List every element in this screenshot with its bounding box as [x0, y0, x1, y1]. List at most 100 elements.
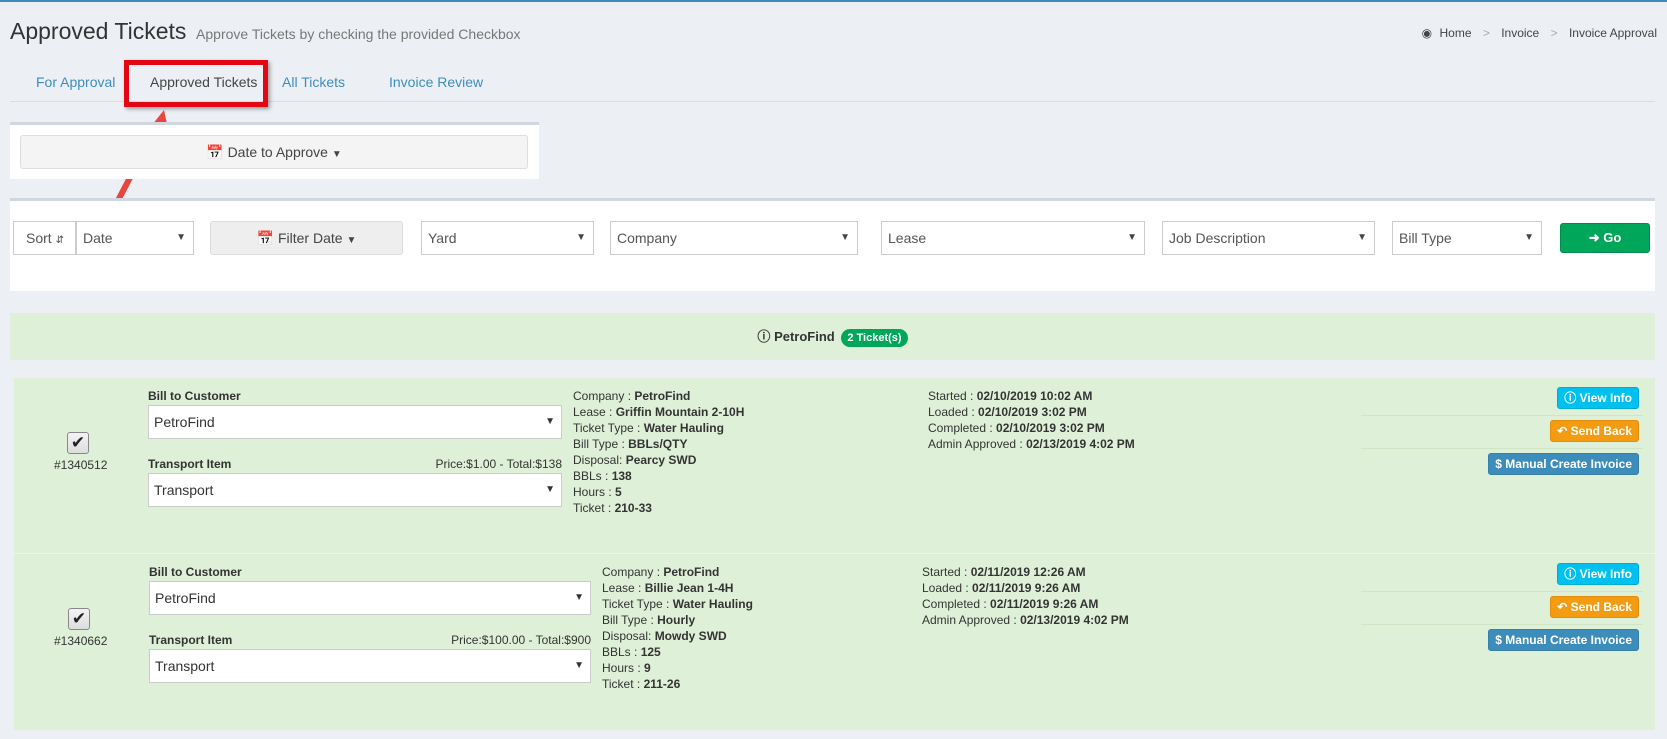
tab-all-tickets[interactable]: All Tickets: [266, 62, 361, 102]
calendar-icon: 📅: [206, 144, 224, 160]
company-value: Company: [617, 230, 677, 246]
transport-item-label: Transport Item: [148, 457, 232, 471]
dashboard-icon: ◉: [1421, 26, 1433, 40]
calendar-icon: 📅: [256, 230, 275, 246]
bill-to-customer-value: PetroFind: [155, 590, 216, 606]
company-select[interactable]: Company ▼: [610, 221, 858, 255]
transport-item-select[interactable]: Transport ▼: [149, 649, 591, 683]
ticket-details: Company : PetroFind Lease : Billie Jean …: [602, 565, 753, 691]
breadcrumb-invoice[interactable]: Invoice: [1501, 26, 1539, 40]
detail-completed: 02/11/2019 9:26 AM: [990, 597, 1099, 611]
job-description-value: Job Description: [1169, 230, 1266, 246]
info-circle-icon: ⓘ: [1564, 567, 1577, 581]
sort-by-select[interactable]: Date ▼: [76, 221, 194, 255]
detail-lease: Griffin Mountain 2-10H: [615, 405, 745, 419]
detail-ticket-type: Water Hauling: [672, 597, 753, 611]
view-info-button[interactable]: ⓘ View Info: [1557, 387, 1639, 409]
approve-checkbox[interactable]: ✔: [67, 432, 89, 454]
ticket-row: ✔ #1340662 Bill to Customer PetroFind ▼ …: [14, 554, 1655, 730]
divider: [1361, 624, 1643, 625]
detail-disposal: Pearcy SWD: [625, 453, 697, 467]
caret-down-icon: ▼: [346, 235, 357, 246]
send-back-button[interactable]: ↶ Send Back: [1550, 420, 1639, 442]
filter-date-button[interactable]: 📅 Filter Date ▼: [210, 221, 403, 255]
detail-bill-type: Hourly: [657, 613, 696, 627]
bill-to-customer-select[interactable]: PetroFind ▼: [148, 405, 562, 439]
ticket-timestamps: Started : 02/11/2019 12:26 AM Loaded : 0…: [922, 565, 1129, 627]
divider: [1361, 591, 1643, 592]
page-header: Approved Tickets Approve Tickets by chec…: [10, 18, 1657, 48]
send-back-button[interactable]: ↶ Send Back: [1550, 596, 1639, 618]
tab-highlight-box: [124, 60, 268, 107]
reply-icon: ↶: [1557, 600, 1568, 614]
manual-create-invoice-label: Manual Create Invoice: [1505, 633, 1632, 647]
view-info-label: View Info: [1579, 391, 1632, 405]
chevron-down-icon: ▼: [176, 232, 186, 243]
transport-item-label: Transport Item: [149, 633, 233, 647]
breadcrumb-invoice-approval: Invoice Approval: [1568, 26, 1657, 40]
view-info-button[interactable]: ⓘ View Info: [1557, 563, 1639, 585]
sort-by-value: Date: [83, 230, 113, 246]
detail-loaded: 02/10/2019 3:02 PM: [978, 405, 1087, 419]
date-to-approve-button[interactable]: 📅 Date to Approve ▼: [20, 135, 528, 169]
tab-invoice-review[interactable]: Invoice Review: [373, 62, 499, 102]
detail-started: 02/10/2019 10:02 AM: [976, 389, 1093, 403]
caret-down-icon: ▼: [331, 149, 342, 160]
send-back-label: Send Back: [1570, 424, 1632, 438]
chevron-down-icon: ▼: [576, 232, 586, 243]
go-button[interactable]: ➜ Go: [1560, 223, 1650, 253]
transport-item-value: Transport: [155, 658, 215, 674]
bill-to-customer-value: PetroFind: [154, 414, 215, 430]
lease-select[interactable]: Lease ▼: [881, 221, 1145, 255]
group-company-name: PetroFind: [774, 329, 835, 344]
transport-item-select[interactable]: Transport ▼: [148, 473, 562, 507]
breadcrumb-home[interactable]: Home: [1439, 26, 1471, 40]
yard-select[interactable]: Yard ▼: [421, 221, 594, 255]
job-description-select[interactable]: Job Description ▼: [1162, 221, 1375, 255]
detail-company: PetroFind: [663, 565, 720, 579]
chevron-down-icon: ▼: [574, 592, 584, 603]
chevron-down-icon: ▼: [840, 232, 850, 243]
sort-button[interactable]: Sort ⇵: [13, 221, 76, 255]
divider: [1361, 448, 1643, 449]
detail-ticket: 210-33: [614, 501, 652, 515]
page-title: Approved Tickets: [10, 18, 187, 44]
filter-panel: Sort ⇵ Date ▼ 📅 Filter Date ▼ Yard ▼ Com…: [10, 198, 1655, 291]
detail-company: PetroFind: [634, 389, 691, 403]
yard-value: Yard: [428, 230, 457, 246]
detail-hours: 9: [644, 661, 651, 675]
sort-label: Sort: [26, 230, 52, 246]
detail-disposal: Mowdy SWD: [654, 629, 727, 643]
manual-create-invoice-button[interactable]: $ Manual Create Invoice: [1488, 453, 1639, 475]
chevron-down-icon: ▼: [545, 484, 555, 495]
detail-loaded: 02/11/2019 9:26 AM: [972, 581, 1081, 595]
dollar-icon: $: [1495, 457, 1502, 471]
info-circle-icon: ⓘ: [1564, 391, 1577, 405]
bill-to-customer-label: Bill to Customer: [149, 565, 242, 579]
bill-type-select[interactable]: Bill Type ▼: [1392, 221, 1542, 255]
chevron-down-icon: ▼: [1127, 232, 1137, 243]
detail-bbls: 125: [640, 645, 661, 659]
go-label: Go: [1603, 230, 1622, 245]
detail-completed: 02/10/2019 3:02 PM: [996, 421, 1105, 435]
detail-admin-approved: 02/13/2019 4:02 PM: [1020, 613, 1129, 627]
approve-checkbox[interactable]: ✔: [68, 608, 90, 630]
detail-ticket-type: Water Hauling: [643, 421, 724, 435]
ticket-count-badge: 2 Ticket(s): [841, 328, 908, 347]
ticket-timestamps: Started : 02/10/2019 10:02 AM Loaded : 0…: [928, 389, 1135, 451]
detail-started: 02/11/2019 12:26 AM: [970, 565, 1086, 579]
bill-to-customer-select[interactable]: PetroFind ▼: [149, 581, 591, 615]
manual-create-invoice-label: Manual Create Invoice: [1505, 457, 1632, 471]
reply-icon: ↶: [1557, 424, 1568, 438]
detail-bbls: 138: [611, 469, 632, 483]
detail-admin-approved: 02/13/2019 4:02 PM: [1026, 437, 1135, 451]
detail-hours: 5: [615, 485, 622, 499]
divider: [1361, 415, 1643, 416]
send-back-label: Send Back: [1570, 600, 1632, 614]
sort-icon: ⇵: [55, 235, 64, 246]
manual-create-invoice-button[interactable]: $ Manual Create Invoice: [1488, 629, 1639, 651]
chevron-down-icon: ▼: [1524, 232, 1534, 243]
tab-for-approval[interactable]: For Approval: [20, 62, 131, 102]
chevron-down-icon: ▼: [1357, 232, 1367, 243]
ticket-details: Company : PetroFind Lease : Griffin Moun…: [573, 389, 745, 515]
